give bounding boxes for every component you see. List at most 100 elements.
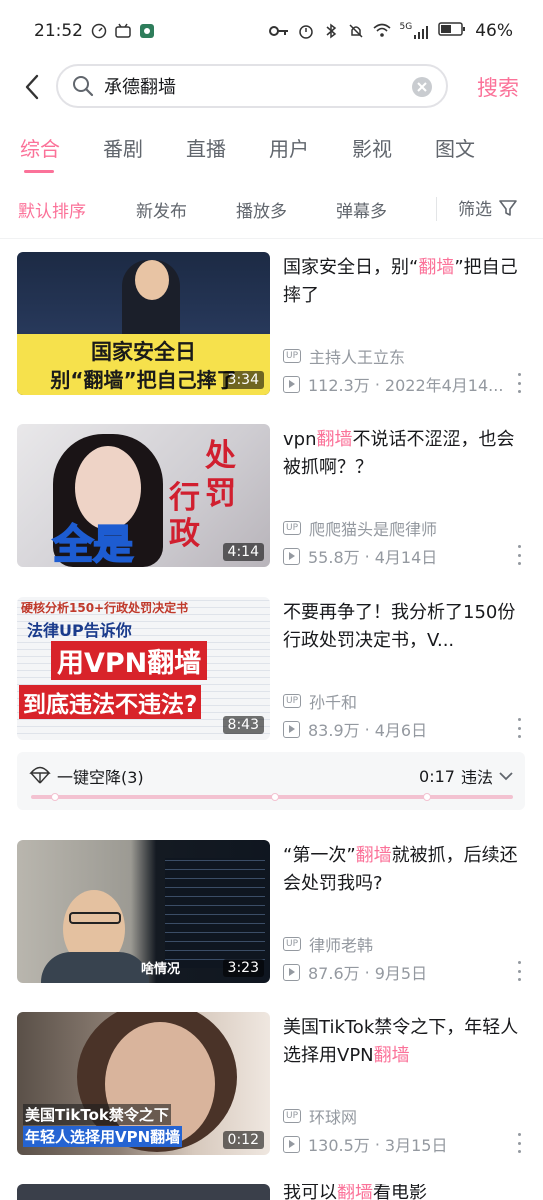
jump-point[interactable] (51, 793, 59, 801)
network-type: 5G (399, 22, 413, 32)
close-icon (417, 82, 427, 92)
title-keyword: 翻墙 (418, 257, 455, 278)
video-item[interactable]: 国家安全日 别“翻墙”把自己摔了 3:34 国家安全日，别“翻墙”把自己摔了 U… (0, 252, 543, 402)
status-right: 5G 46% (268, 21, 513, 42)
video-thumbnail[interactable]: 国家安全日 别“翻墙”把自己摔了 3:34 (17, 252, 270, 395)
alarm-icon (298, 23, 314, 39)
meta-separator: · (374, 1134, 380, 1154)
uploader-row[interactable]: UP 爬爬猫头是爬律师 (283, 516, 437, 540)
up-icon: UP (283, 1109, 302, 1123)
filter-label: 筛选 (458, 200, 492, 220)
uploader-row[interactable]: UP 主持人王立东 (283, 344, 405, 368)
stats-row: 83.9万 · 4月6日 (283, 717, 427, 741)
search-button[interactable]: 搜索 (477, 72, 519, 102)
video-item[interactable]: 美国TikTok禁令之下 年轻人选择用VPN翻墙 0:12 美国TikTok禁令… (0, 1012, 543, 1162)
key-icon (268, 23, 289, 39)
quick-jump-label: 一键空降(3) (57, 768, 144, 787)
video-thumbnail[interactable]: 美国TikTok禁令之下 年轻人选择用VPN翻墙 0:12 (17, 1012, 270, 1155)
tab-bangumi[interactable]: 番剧 (103, 125, 186, 173)
publish-date: 9月5日 (374, 964, 428, 983)
search-icon (73, 76, 94, 97)
search-bar-row: 承德翻墙 搜索 (0, 62, 543, 112)
more-options-icon[interactable] (514, 545, 524, 565)
video-duration: 8:43 (222, 716, 264, 734)
category-tabs: 综合 番剧 直播 用户 影视 图文 (0, 125, 543, 177)
view-count: 83.9万 (308, 721, 360, 740)
sort-most-danmaku[interactable]: 弹幕多 (336, 197, 387, 222)
back-button[interactable] (18, 72, 46, 102)
title-keyword: 翻墙 (316, 429, 353, 450)
bilibili-notify-icon (115, 23, 131, 39)
search-input[interactable]: 承德翻墙 (56, 64, 448, 108)
sort-default[interactable]: 默认排序 (18, 197, 86, 222)
tab-film[interactable]: 影视 (352, 125, 435, 173)
video-thumbnail[interactable]: 啥情况 3:23 (17, 840, 270, 983)
bluetooth-icon (323, 23, 339, 39)
video-title[interactable]: 国家安全日，别“翻墙”把自己摔了 (283, 254, 523, 310)
thumb-caption: 啥情况 (141, 962, 181, 977)
video-item[interactable]: 硬核分析150+行政处罚决定书 法律UP告诉你 用VPN翻墙 到底违法不违法? … (0, 597, 543, 747)
title-keyword: 翻墙 (355, 845, 392, 866)
quick-jump-timeline[interactable] (31, 793, 513, 801)
video-item[interactable]: 啥情况 3:23 “第一次”翻墙就被抓，后续还会处罚我吗? UP 律师老韩 87… (0, 840, 543, 990)
more-options-icon[interactable] (514, 1133, 524, 1153)
tab-live[interactable]: 直播 (186, 125, 269, 173)
more-options-icon[interactable] (514, 373, 524, 393)
video-item-partial[interactable]: 我可以翻墙看电影 (0, 1184, 543, 1200)
video-item[interactable]: 处 罚 行 政 全是 4:14 vpn翻墙不说话不涩涩，也会被抓啊？？ UP 爬… (0, 424, 543, 574)
play-count-icon (283, 375, 300, 393)
filter-icon (499, 199, 517, 216)
video-title[interactable]: “第一次”翻墙就被抓，后续还会处罚我吗? (283, 842, 523, 898)
app-notify-icon (139, 23, 155, 39)
quick-jump-time: 0:17 (419, 766, 455, 786)
thumb-body (41, 952, 149, 983)
uploader-row[interactable]: UP 律师老韩 (283, 932, 373, 956)
filter-button[interactable]: 筛选 (458, 195, 518, 220)
mute-icon (348, 23, 364, 39)
status-time: 21:52 (34, 21, 83, 41)
clear-search-button[interactable] (412, 77, 432, 97)
tab-users[interactable]: 用户 (269, 125, 352, 173)
video-thumbnail[interactable]: 硬核分析150+行政处罚决定书 法律UP告诉你 用VPN翻墙 到底违法不违法? … (17, 597, 270, 740)
view-count: 55.8万 (308, 548, 360, 567)
sort-newest[interactable]: 新发布 (136, 197, 187, 222)
status-left: 21:52 (34, 21, 155, 41)
uploader-row[interactable]: UP 环球网 (283, 1104, 357, 1128)
video-duration: 3:34 (222, 371, 264, 389)
video-title[interactable]: 不要再争了！我分析了150份行政处罚决定书，V... (283, 599, 523, 655)
thumb-headline-4: 到底违法不违法? (19, 685, 202, 719)
quick-jump-selector[interactable]: 0:17 违法 (419, 764, 513, 788)
tab-comprehensive[interactable]: 综合 (20, 125, 103, 173)
search-query: 承德翻墙 (104, 77, 176, 98)
uploader-row[interactable]: UP 孙千和 (283, 689, 357, 713)
title-keyword: 翻墙 (337, 1184, 373, 1200)
status-bar: 21:52 5G 46% (0, 0, 543, 62)
sort-most-played[interactable]: 播放多 (236, 197, 287, 222)
video-thumbnail[interactable] (17, 1184, 270, 1200)
jump-point[interactable] (271, 793, 279, 801)
video-thumbnail[interactable]: 处 罚 行 政 全是 4:14 (17, 424, 270, 567)
back-arrow-icon (25, 74, 39, 100)
publish-date: 3月15日 (384, 1136, 448, 1155)
battery-icon (438, 21, 466, 42)
video-title[interactable]: 美国TikTok禁令之下，年轻人选择用VPN翻墙 (283, 1014, 523, 1070)
video-title[interactable]: 我可以翻墙看电影 (283, 1184, 427, 1200)
thumb-headline-1: 硬核分析150+行政处罚决定书 (21, 601, 189, 615)
meta-separator: · (364, 962, 370, 982)
thumb-overlay-word: 全是 (52, 521, 134, 567)
title-part: 看电影 (373, 1184, 427, 1200)
more-options-icon[interactable] (514, 961, 524, 981)
view-count: 130.5万 (308, 1136, 370, 1155)
tab-articles[interactable]: 图文 (435, 125, 518, 173)
quick-jump-panel[interactable]: 一键空降(3) 0:17 违法 (17, 752, 525, 810)
more-options-icon[interactable] (514, 718, 524, 738)
quick-jump-tag: 违法 (460, 768, 493, 787)
publish-date: 2022年4月14... (384, 376, 504, 395)
thumb-screen (165, 858, 265, 968)
thumb-overlay-word: 罚 (205, 476, 236, 512)
stats-row: 87.6万 · 9月5日 (283, 960, 427, 984)
uploader-name: 孙千和 (309, 693, 358, 712)
video-title[interactable]: vpn翻墙不说话不涩涩，也会被抓啊？？ (283, 426, 523, 482)
jump-point[interactable] (423, 793, 431, 801)
thumb-face (135, 260, 169, 300)
